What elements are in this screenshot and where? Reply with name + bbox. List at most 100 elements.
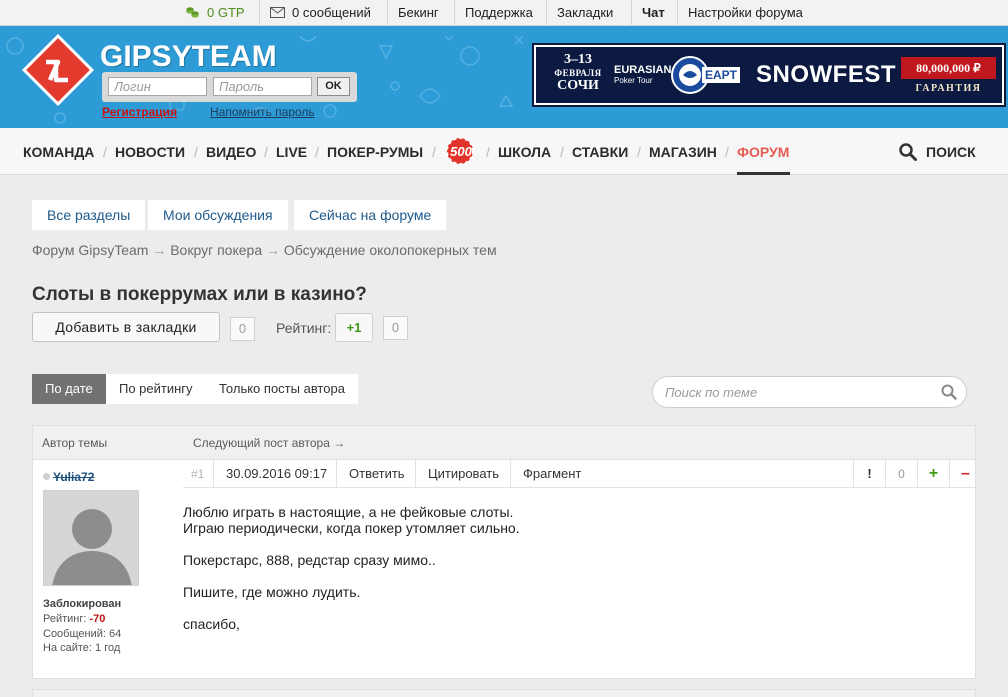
nav-item-forum[interactable]: ФОРУМ xyxy=(737,144,789,160)
bookmarks-link[interactable]: Закладки xyxy=(546,0,623,25)
bookmark-count: 0 xyxy=(230,317,255,341)
post-toolbar: #1 30.09.2016 09:17 Ответить Цитировать … xyxy=(183,460,975,488)
nav-item-news[interactable]: НОВОСТИ xyxy=(115,144,185,160)
nav-separator: / xyxy=(264,144,268,160)
site-header: GIPSYTEAM OK Регистрация Напомнить парол… xyxy=(0,26,1008,128)
fragment-button[interactable]: Фрагмент xyxy=(510,460,593,488)
gtp-balance-text: 0 GTP xyxy=(207,5,245,20)
gipsyteam-logo[interactable] xyxy=(22,34,94,106)
banner-tour-name: EURASIAN Poker Tour xyxy=(614,64,672,85)
post-text-line: Покерстарс, 888, редстар сразу мимо.. xyxy=(183,552,436,568)
tab-all-sections[interactable]: Все разделы xyxy=(32,200,146,230)
brand-name: GIPSYTEAM xyxy=(100,40,277,73)
report-button[interactable]: ! xyxy=(853,460,885,488)
author-on-site: На сайте: 1 год xyxy=(43,642,121,654)
tab-now-on-forum[interactable]: Сейчас на форуме xyxy=(294,200,447,230)
quote-button[interactable]: Цитировать xyxy=(415,460,511,488)
nav-item-team[interactable]: КОМАНДА xyxy=(23,144,94,160)
banner-prize: 80,000,000 ₽ xyxy=(901,57,996,79)
breadcrumb-arrow: → xyxy=(266,242,280,258)
vote-plus-button[interactable]: + xyxy=(917,460,949,488)
default-avatar-icon xyxy=(44,491,138,585)
nav-item-school[interactable]: ШКОЛА xyxy=(498,144,551,160)
post-number[interactable]: #1 xyxy=(183,460,212,488)
chat-link[interactable]: Чат xyxy=(631,0,675,25)
login-ok-button[interactable]: OK xyxy=(317,77,350,96)
nav-separator: / xyxy=(315,144,319,160)
post-body: Люблю играть в настоящие, а не фейковые … xyxy=(183,504,943,648)
forum-post: Автор темы Следующий пост автора → #1 30… xyxy=(32,425,976,679)
banner-dates: 3–13 ФЕВРАЛЯ СОЧИ xyxy=(554,52,602,94)
rating-count: 0 xyxy=(383,316,408,340)
post-date[interactable]: 30.09.2016 09:17 xyxy=(213,460,339,488)
badge-500-icon[interactable]: 500 xyxy=(445,136,479,166)
nav-separator: / xyxy=(194,144,198,160)
top-bar: 0 GTP 0 сообщений Бекинг Поддержка Закла… xyxy=(0,0,1008,26)
nav-search-link[interactable]: ПОИСК xyxy=(926,144,976,160)
messages-text: 0 сообщений xyxy=(292,5,371,20)
banner-guarantee: ГАРАНТИЯ xyxy=(915,83,982,94)
login-input[interactable] xyxy=(108,77,207,96)
nav-separator: / xyxy=(560,144,564,160)
topic-author-label: Автор темы xyxy=(42,436,108,450)
breadcrumb-forum[interactable]: Форум GipsyTeam xyxy=(32,242,148,258)
post-header: Автор темы Следующий пост автора → xyxy=(33,426,975,460)
sort-by-date-button[interactable]: По дате xyxy=(32,374,106,404)
forum-settings-link[interactable]: Настройки форума xyxy=(677,0,813,25)
breadcrumb-arrow: → xyxy=(152,242,167,258)
post-vote-count: 0 xyxy=(885,460,917,488)
support-link[interactable]: Поддержка xyxy=(454,0,543,25)
post-text-line: Пишите, где можно лудить. xyxy=(183,584,361,600)
topic-search xyxy=(652,376,967,408)
nav-item-poker-rooms[interactable]: ПОКЕР-РУМЫ xyxy=(327,144,423,160)
author-status: Заблокирован xyxy=(43,598,122,610)
gtp-balance-link[interactable]: 0 GTP xyxy=(176,0,255,25)
breadcrumb-section[interactable]: Вокруг покера xyxy=(170,242,262,258)
tab-my-discussions[interactable]: Мои обсуждения xyxy=(148,200,288,230)
login-form: OK xyxy=(102,72,357,102)
breadcrumb: Форум GipsyTeam → Вокруг покера → Обсужд… xyxy=(32,242,497,258)
nav-separator: / xyxy=(725,144,729,160)
register-link[interactable]: Регистрация xyxy=(102,105,177,119)
backing-link[interactable]: Бекинг xyxy=(387,0,449,25)
author-name[interactable]: Yulia72 xyxy=(43,470,94,484)
password-input[interactable] xyxy=(213,77,312,96)
post-text-line: Люблю играть в настоящие, а не фейковые … xyxy=(183,504,520,536)
search-icon[interactable] xyxy=(941,384,957,400)
banner-event-name: SNOWFEST xyxy=(756,61,896,88)
rating-plus-button[interactable]: +1 xyxy=(335,313,373,342)
offline-status-icon xyxy=(43,473,50,480)
add-bookmark-button[interactable]: Добавить в закладки xyxy=(32,312,220,342)
main-nav: КОМАНДА / НОВОСТИ / ВИДЕО / LIVE / ПОКЕР… xyxy=(0,128,1008,175)
page-title: Слоты в покеррумах или в казино? xyxy=(32,284,367,305)
remind-password-link[interactable]: Напомнить пароль xyxy=(210,105,315,119)
avatar[interactable] xyxy=(43,490,139,586)
ad-banner[interactable]: 3–13 ФЕВРАЛЯ СОЧИ EURASIAN Poker Tour EA… xyxy=(532,43,1006,107)
rating-label: Рейтинг: xyxy=(276,320,332,336)
topic-search-input[interactable] xyxy=(665,383,925,402)
breadcrumb-subsection[interactable]: Обсуждение околопокерных тем xyxy=(284,242,497,258)
nav-item-live[interactable]: LIVE xyxy=(276,144,307,160)
nav-separator: / xyxy=(486,144,490,160)
messages-link[interactable]: 0 сообщений xyxy=(259,0,381,25)
envelope-icon xyxy=(270,1,285,18)
nav-separator: / xyxy=(103,144,107,160)
post-text-line: спасибо, xyxy=(183,616,240,632)
nav-separator: / xyxy=(432,144,436,160)
reply-button[interactable]: Ответить xyxy=(336,460,417,488)
eapt-logo-text: EAPT xyxy=(705,68,738,82)
search-icon[interactable] xyxy=(899,143,917,161)
nav-item-video[interactable]: ВИДЕО xyxy=(206,144,256,160)
vote-minus-button[interactable]: – xyxy=(949,460,981,488)
badge-500-text: 500 xyxy=(450,144,472,159)
eapt-logo: EAPT xyxy=(671,56,740,94)
author-rating: Рейтинг: -70 xyxy=(43,613,106,625)
nav-item-bets[interactable]: СТАВКИ xyxy=(572,144,628,160)
nav-item-shop[interactable]: МАГАЗИН xyxy=(649,144,717,160)
nav-active-indicator xyxy=(737,172,790,175)
author-posts-only-button[interactable]: Только посты автора xyxy=(206,374,358,404)
next-author-post-link[interactable]: Следующий пост автора → xyxy=(193,436,345,450)
sort-by-rating-button[interactable]: По рейтингу xyxy=(106,374,206,404)
author-messages: Сообщений: 64 xyxy=(43,628,122,640)
coins-icon xyxy=(186,1,199,18)
